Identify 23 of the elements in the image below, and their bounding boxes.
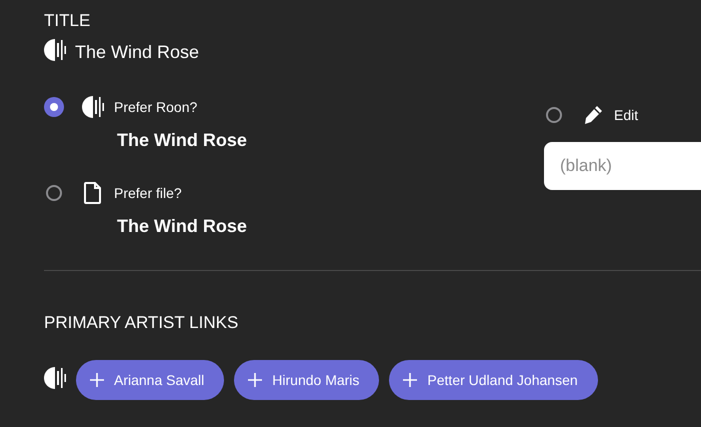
section-heading: PRIMARY ARTIST LINKS <box>44 312 240 334</box>
current-title: The Wind Rose <box>75 42 200 63</box>
option-label: Prefer file? <box>114 185 182 201</box>
option-value: The Wind Rose <box>117 215 248 237</box>
pencil-icon <box>583 105 603 125</box>
radio-button[interactable] <box>44 97 64 117</box>
roon-icon <box>44 366 66 390</box>
artist-chip[interactable]: Petter Udland Johansen <box>389 360 598 400</box>
file-icon <box>84 182 102 204</box>
option-value: The Wind Rose <box>117 129 248 151</box>
radio-button[interactable] <box>46 185 62 201</box>
plus-icon <box>248 373 262 387</box>
plus-icon <box>90 373 104 387</box>
radio-button[interactable] <box>546 107 562 123</box>
roon-icon <box>82 95 104 119</box>
artist-chip[interactable]: Hirundo Maris <box>234 360 380 400</box>
section-heading: TITLE <box>44 10 92 32</box>
option-label: Prefer Roon? <box>114 99 198 115</box>
title-input-field[interactable]: (blank) <box>544 142 701 190</box>
roon-icon <box>44 38 66 62</box>
plus-icon <box>403 373 418 387</box>
option-label: Edit <box>614 107 638 123</box>
artist-chip[interactable]: Arianna Savall <box>76 360 224 400</box>
